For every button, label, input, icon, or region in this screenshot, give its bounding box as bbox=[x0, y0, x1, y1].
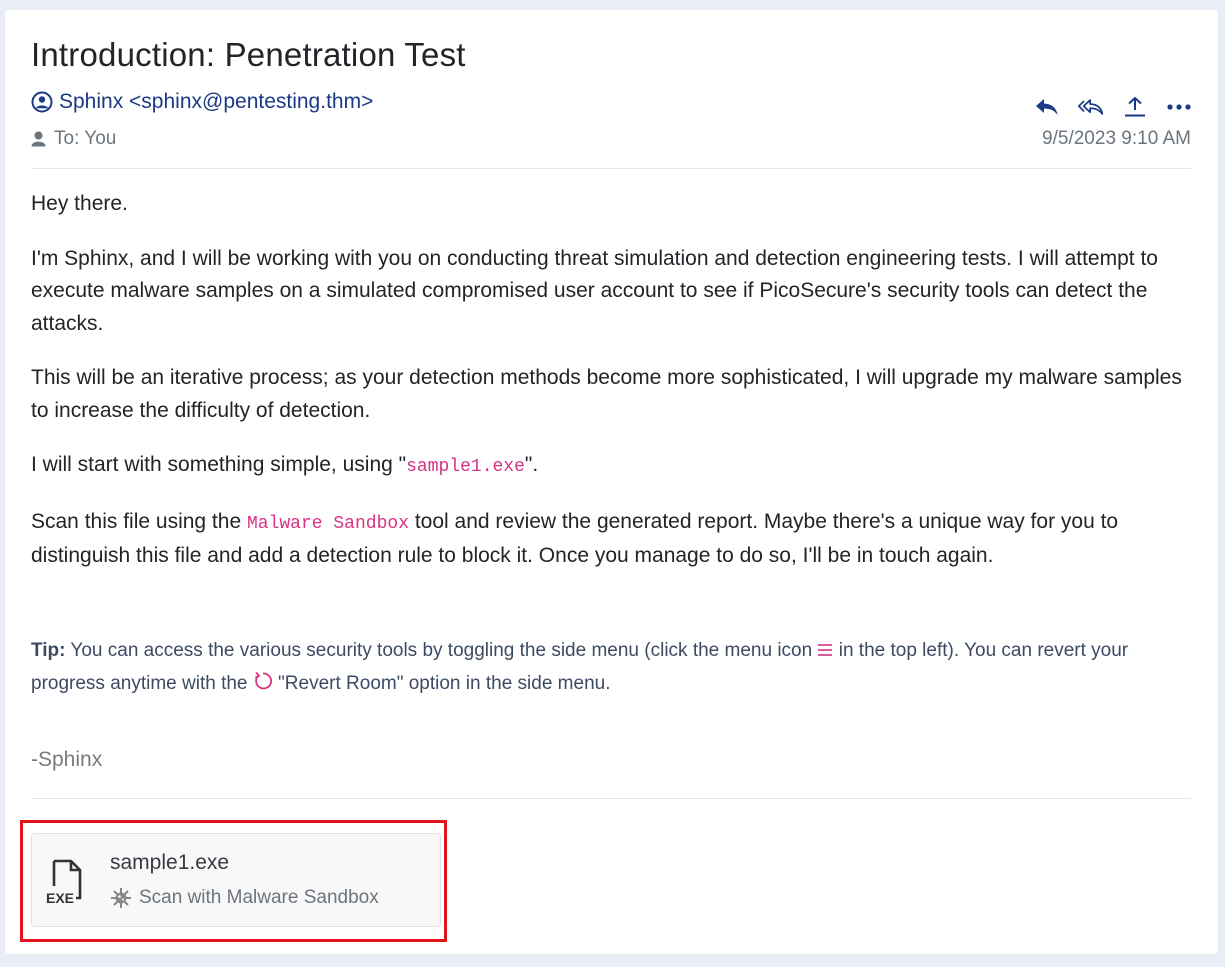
sender-name: Sphinx <sphinx@pentesting.thm> bbox=[59, 90, 374, 113]
tip-text-1: You can access the various security tool… bbox=[65, 640, 818, 661]
recipient-line: To: You bbox=[31, 128, 116, 150]
tip-text-3: "Revert Room" option in the side menu. bbox=[272, 673, 611, 694]
body-paragraph-4: Scan this file using the Malware Sandbox… bbox=[31, 506, 1196, 573]
email-body: Hey there. I'm Sphinx, and I will be wor… bbox=[31, 188, 1196, 573]
p3-text-before: I will start with something simple, usin… bbox=[31, 453, 407, 476]
forward-icon bbox=[1125, 96, 1145, 117]
scan-label: Scan with Malware Sandbox bbox=[139, 887, 379, 908]
reply-all-icon bbox=[1078, 99, 1104, 115]
signature: -Sphinx bbox=[31, 748, 103, 771]
attachment-filename: sample1.exe bbox=[110, 851, 230, 874]
reply-all-button[interactable] bbox=[1078, 94, 1104, 120]
virus-icon bbox=[111, 888, 131, 908]
tip-note: Tip: You can access the various security… bbox=[31, 634, 1196, 700]
body-paragraph-2: This will be an iterative process; as yo… bbox=[31, 366, 1182, 422]
user-circle-icon bbox=[31, 91, 53, 113]
reply-button[interactable] bbox=[1034, 94, 1060, 120]
email-date: 9/5/2023 9:10 AM bbox=[1042, 128, 1191, 149]
sender-link[interactable]: Sphinx <sphinx@pentesting.thm> bbox=[31, 90, 373, 114]
svg-text:EXE: EXE bbox=[46, 890, 74, 906]
tip-label: Tip: bbox=[31, 640, 66, 661]
email-card: Introduction: Penetration Test Sphinx <s… bbox=[5, 10, 1218, 954]
reply-icon bbox=[1036, 99, 1058, 115]
revert-icon bbox=[253, 671, 273, 694]
body-paragraph-3: I will start with something simple, usin… bbox=[31, 449, 1196, 484]
recipient-text: To: You bbox=[54, 128, 117, 149]
p3-text-after: ". bbox=[524, 453, 539, 476]
body-paragraph-1: I'm Sphinx, and I will be working with y… bbox=[31, 246, 1158, 335]
email-subject: Introduction: Penetration Test bbox=[31, 36, 466, 73]
scan-with-sandbox-link[interactable]: Scan with Malware Sandbox bbox=[110, 887, 379, 909]
body-greeting: Hey there. bbox=[31, 192, 128, 215]
email-actions bbox=[1034, 94, 1192, 120]
more-icon bbox=[1167, 104, 1191, 110]
body-divider bbox=[31, 798, 1191, 799]
filename-code: sample1.exe bbox=[406, 457, 525, 477]
p4-text-before: Scan this file using the bbox=[31, 509, 247, 533]
forward-button[interactable] bbox=[1122, 94, 1148, 120]
header-divider bbox=[31, 168, 1191, 169]
attachment-card[interactable]: EXE sample1.exe Scan with Malware Sandbo… bbox=[31, 833, 441, 927]
more-options-button[interactable] bbox=[1166, 94, 1192, 120]
menu-icon bbox=[817, 640, 833, 661]
tool-name-code: Malware Sandbox bbox=[246, 513, 409, 534]
user-icon bbox=[31, 131, 46, 147]
exe-file-icon: EXE bbox=[44, 858, 88, 911]
